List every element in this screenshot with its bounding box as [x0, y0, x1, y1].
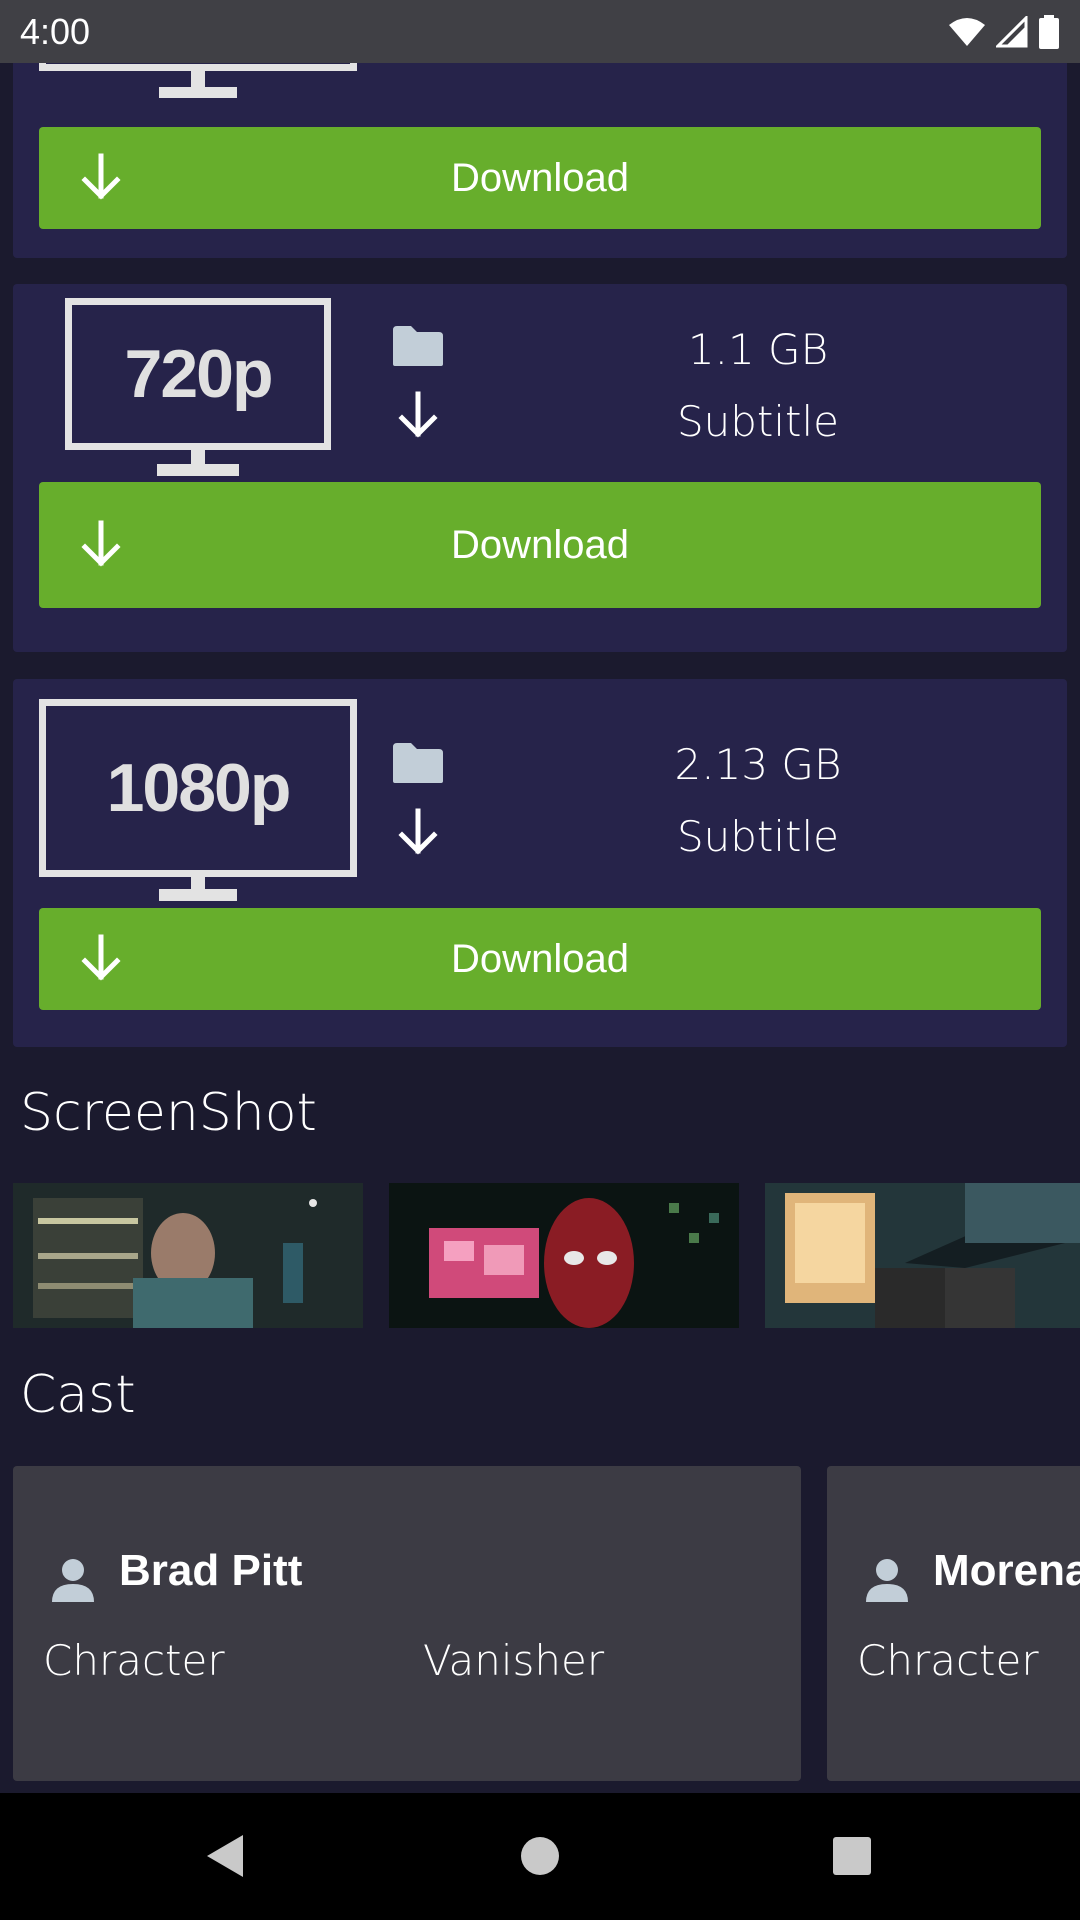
- quality-info: 1.1 GB Subtitle: [633, 314, 883, 458]
- quality-mini-icons: [388, 741, 448, 857]
- status-icons: [948, 14, 1060, 49]
- subtitle-text: Subtitle: [676, 397, 840, 446]
- cast-role-label: Chracter: [857, 1636, 1039, 1685]
- download-arrow-icon: [81, 520, 121, 567]
- cast-card[interactable]: Brad Pitt Chracter Vanisher: [13, 1466, 801, 1781]
- screenshot-thumbnail[interactable]: [765, 1183, 1080, 1328]
- navigation-bar: [0, 1793, 1080, 1920]
- folder-icon[interactable]: [391, 741, 445, 785]
- back-icon[interactable]: [205, 1833, 245, 1879]
- download-arrow-icon[interactable]: [393, 807, 443, 857]
- subtitle-text: Subtitle: [676, 812, 840, 861]
- monitor-720p-icon: 720p: [65, 298, 331, 476]
- cast-role-value: Vanisher: [423, 1636, 605, 1685]
- signal-icon: [996, 15, 1028, 47]
- folder-icon[interactable]: [391, 324, 445, 368]
- cast-role-label: Chracter: [43, 1636, 225, 1685]
- status-bar: 4:00: [0, 0, 1080, 63]
- screenshot-thumbnail[interactable]: [389, 1183, 739, 1328]
- cast-name: Morena Baccarin: [933, 1546, 1080, 1595]
- quality-label: 1080p: [106, 750, 292, 826]
- person-icon: [866, 1559, 908, 1602]
- quality-info: 2.13 GB Subtitle: [633, 729, 883, 873]
- quality-label: 720p: [124, 336, 274, 412]
- download-button-label: Download: [451, 155, 629, 200]
- download-button-720p[interactable]: Download: [39, 482, 1041, 608]
- download-arrow-icon: [81, 934, 121, 981]
- battery-icon: [1039, 14, 1059, 49]
- quality-card-1080p: 1080p 2.13 GB Subtitle Download: [13, 679, 1067, 1047]
- quality-card-720p: 720p 1.1 GB Subtitle Download: [13, 284, 1067, 652]
- cast-section-title: Cast: [20, 1365, 136, 1425]
- wifi-icon: [949, 17, 985, 46]
- movie-details-content[interactable]: Download 720p 1.1 GB Subtitle Download 1…: [0, 63, 1080, 1793]
- recents-icon[interactable]: [832, 1836, 872, 1876]
- download-button-label: Download: [451, 522, 629, 567]
- file-size: 1.1 GB: [687, 325, 829, 374]
- screenshots-section-title: ScreenShot: [20, 1083, 317, 1143]
- person-icon: [52, 1559, 94, 1602]
- file-size: 2.13 GB: [674, 740, 842, 789]
- status-time: 4:00: [20, 10, 91, 52]
- screenshot-thumbnail[interactable]: [13, 1183, 363, 1328]
- cast-card[interactable]: Morena Baccarin Chracter: [827, 1466, 1080, 1781]
- download-button-label: Download: [451, 936, 629, 981]
- screenshot-image: [13, 1183, 363, 1328]
- download-button-1080p[interactable]: Download: [39, 908, 1041, 1010]
- cast-name: Brad Pitt: [119, 1546, 303, 1595]
- screenshot-image: [765, 1183, 1080, 1328]
- home-icon[interactable]: [520, 1836, 560, 1876]
- monitor-1080p-icon: 1080p: [39, 699, 357, 901]
- download-arrow-icon: [81, 153, 121, 200]
- quality-mini-icons: [388, 324, 448, 440]
- quality-card-partial: Download: [13, 63, 1067, 258]
- download-button[interactable]: Download: [39, 127, 1041, 229]
- screenshot-image: [389, 1183, 739, 1328]
- download-arrow-icon[interactable]: [393, 390, 443, 440]
